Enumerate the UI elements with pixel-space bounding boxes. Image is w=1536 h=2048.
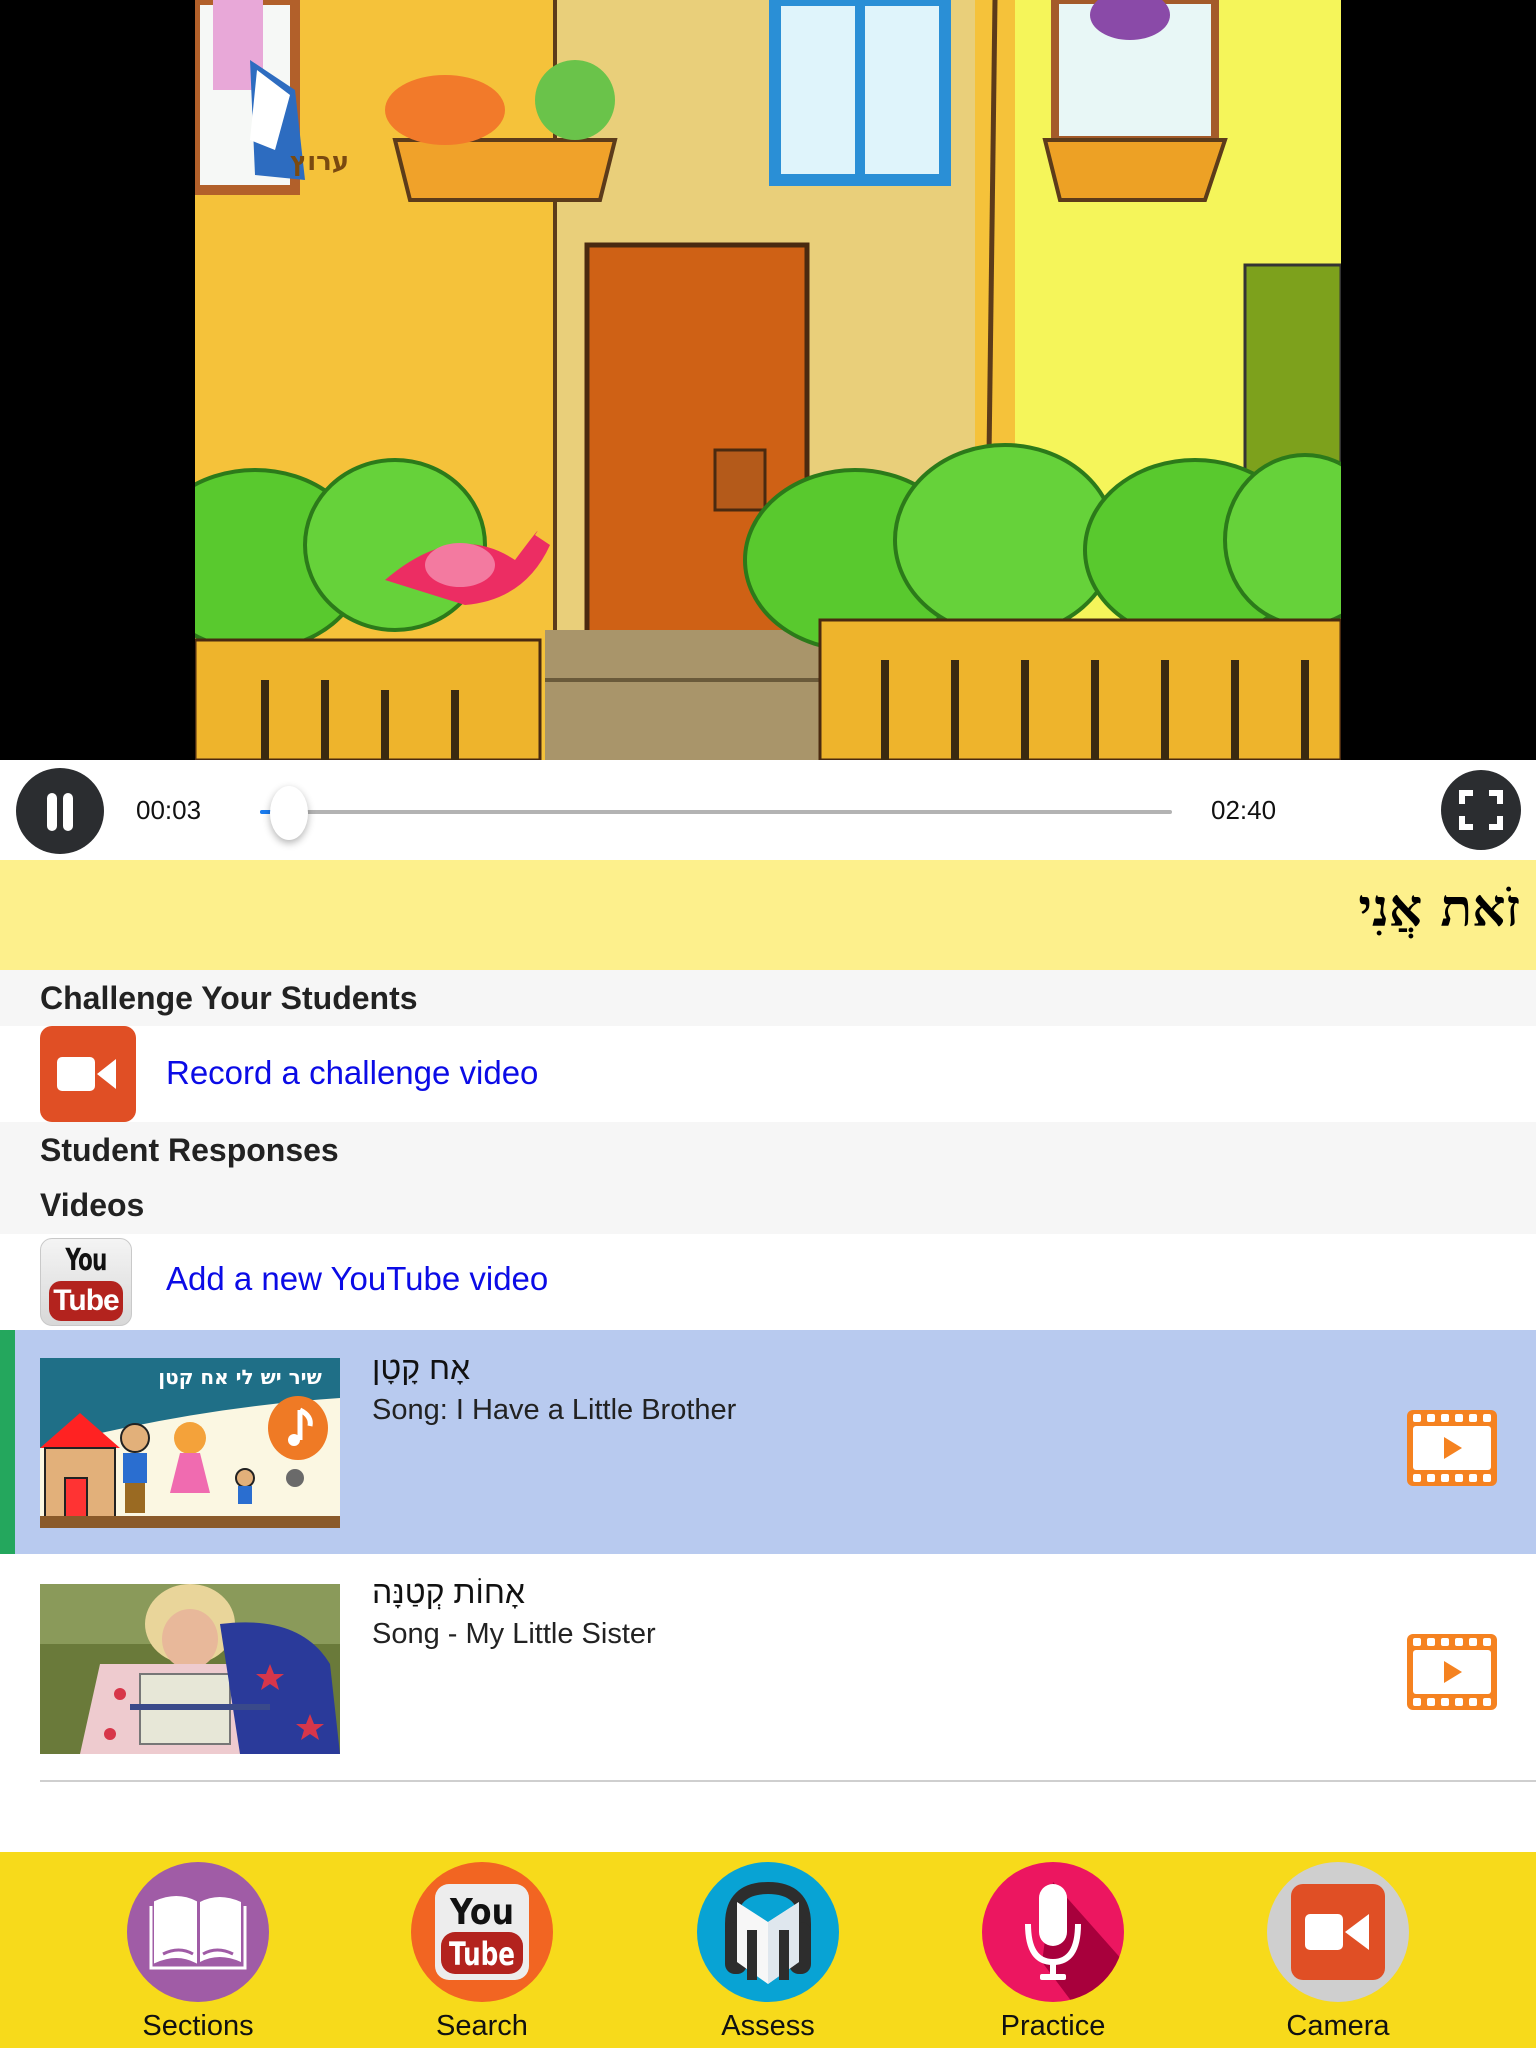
tab-sections-label: Sections — [142, 2010, 254, 2042]
pause-icon-bar — [63, 793, 73, 831]
responses-videos-header: Student Responses Videos — [0, 1122, 1536, 1234]
tab-practice-label: Practice — [1000, 2010, 1106, 2042]
student-responses-header: Student Responses — [40, 1132, 339, 1168]
video-camera-icon — [1267, 1862, 1409, 2002]
video-hebrew-title: אָחוֹת קְטַנָּה — [372, 1574, 525, 1610]
headphones-icon — [697, 1862, 839, 2002]
svg-text:Tube: Tube — [449, 1935, 515, 1973]
player-controls: 00:03 02:40 — [0, 760, 1536, 860]
svg-text:שיר יש לי אח קטן: שיר יש לי אח קטן — [158, 1365, 321, 1389]
fullscreen-icon — [1459, 790, 1503, 830]
video-thumbnail: שיר יש לי אח קטן — [40, 1358, 340, 1528]
tab-search-label: Search — [436, 2010, 528, 2042]
duration: 02:40 — [1211, 795, 1277, 825]
seek-thumb[interactable] — [269, 786, 308, 840]
video-camera-icon — [40, 1026, 136, 1122]
lesson-title-bar: זֹאת אֲנִי — [0, 860, 1536, 970]
challenge-header-label: Challenge Your Students — [40, 980, 418, 1016]
videos-header: Videos — [40, 1187, 145, 1223]
youtube-icon: You Tube — [40, 1238, 132, 1326]
book-icon — [127, 1862, 269, 2002]
tab-sections[interactable]: Sections — [98, 1852, 298, 2048]
video-hebrew-title: אָח קָטָן — [372, 1350, 471, 1386]
tab-practice[interactable]: Practice — [953, 1852, 1153, 2048]
record-challenge-row[interactable]: Record a challenge video — [0, 1026, 1536, 1122]
record-challenge-link[interactable]: Record a challenge video — [166, 1054, 538, 1092]
video-frame[interactable]: ערוץ — [195, 0, 1341, 760]
list-divider — [40, 1780, 1536, 1782]
video-player[interactable]: ערוץ — [0, 0, 1536, 760]
microphone-icon — [982, 1862, 1124, 2002]
tab-search[interactable]: You Tube Search — [382, 1852, 582, 2048]
video-thumbnail — [40, 1584, 340, 1754]
fullscreen-button[interactable] — [1441, 770, 1521, 850]
video-scene-image: ערוץ — [195, 0, 1341, 760]
svg-text:You: You — [449, 1892, 514, 1933]
tab-assess[interactable]: Assess — [668, 1852, 868, 2048]
video-english-title: Song - My Little Sister — [372, 1618, 656, 1650]
pause-button[interactable] — [16, 768, 104, 854]
add-youtube-link[interactable]: Add a new YouTube video — [166, 1260, 548, 1298]
lesson-title: זֹאת אֲנִי — [1358, 878, 1520, 939]
video-english-title: Song: I Have a Little Brother — [372, 1394, 737, 1426]
current-time: 00:03 — [136, 795, 202, 825]
add-youtube-row[interactable]: You Tube Add a new YouTube video — [0, 1234, 1536, 1330]
tab-camera[interactable]: Camera — [1238, 1852, 1438, 2048]
youtube-icon: You Tube — [411, 1862, 553, 2002]
tab-assess-label: Assess — [721, 2010, 815, 2042]
play-video-icon[interactable] — [1407, 1410, 1497, 1486]
svg-text:ערוץ: ערוץ — [290, 147, 349, 177]
bottom-tab-bar: Sections You Tube Search Assess Practice… — [0, 1852, 1536, 2048]
play-video-icon[interactable] — [1407, 1634, 1497, 1710]
pause-icon — [47, 793, 57, 831]
selected-indicator — [0, 1330, 15, 1554]
challenge-section-header: Challenge Your Students — [0, 970, 1536, 1026]
video-list-item[interactable]: שיר יש לי אח קטן אָח קָטָן Song: I Have … — [0, 1330, 1536, 1554]
seek-slider[interactable] — [260, 786, 1172, 840]
video-list-item[interactable]: אָחוֹת קְטַנָּה Song - My Little Sister — [0, 1554, 1536, 1778]
tab-camera-label: Camera — [1286, 2010, 1390, 2042]
